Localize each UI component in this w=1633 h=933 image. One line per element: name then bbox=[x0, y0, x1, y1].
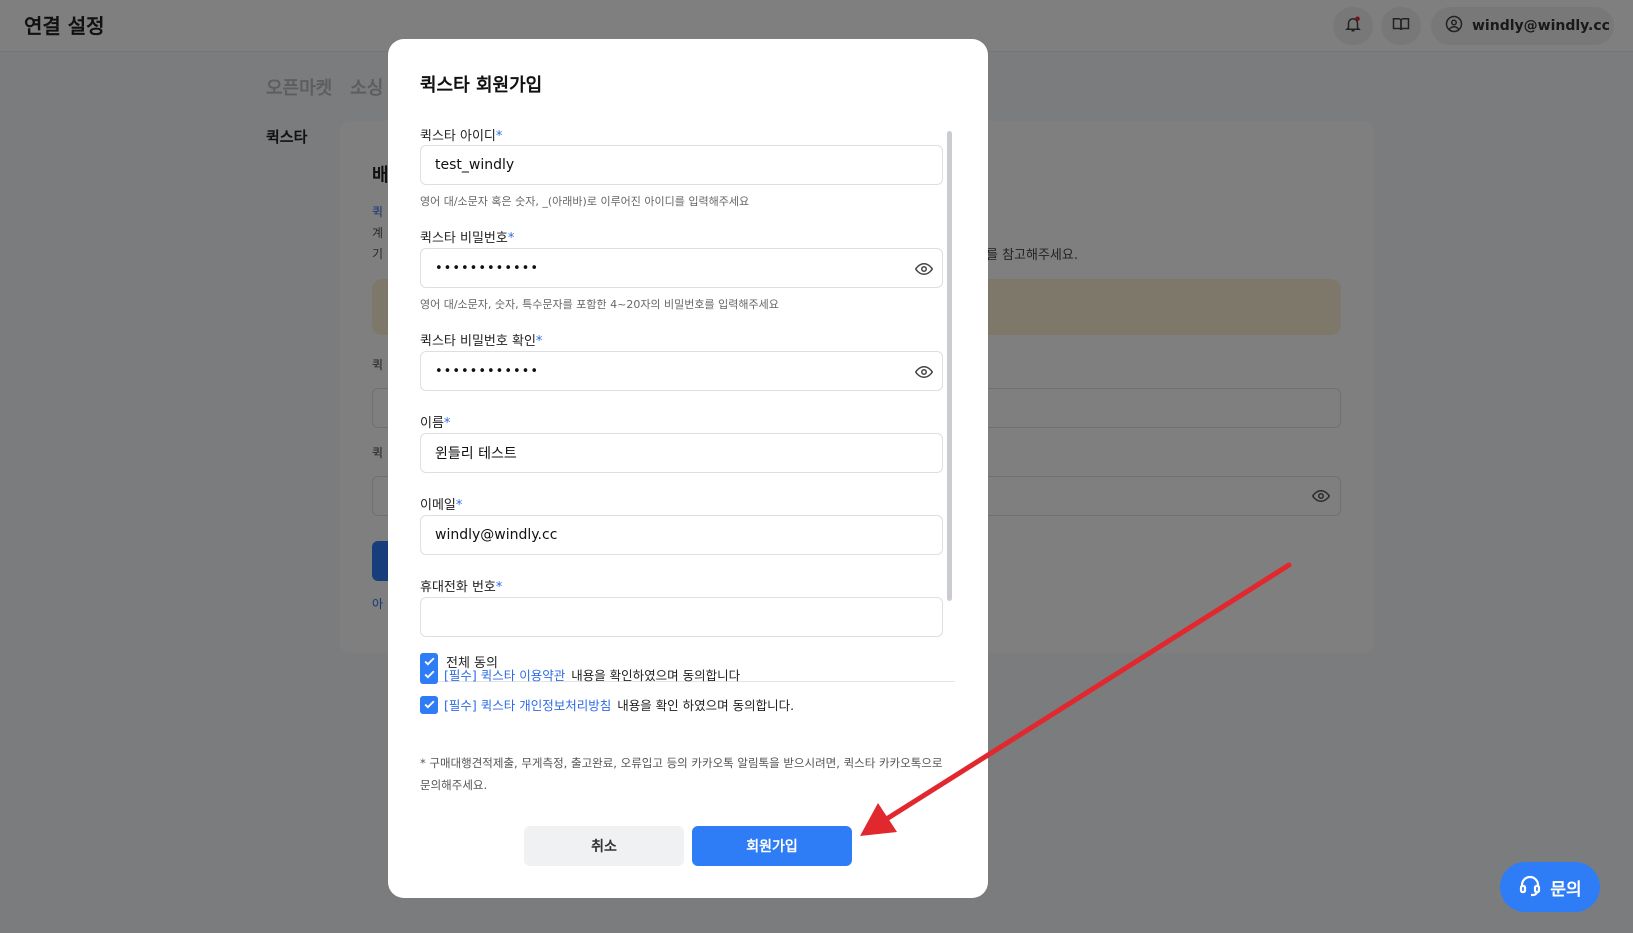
name-input[interactable]: 윈들리 테스트 bbox=[420, 433, 943, 473]
phone-label: 휴대전화 번호* bbox=[420, 580, 503, 595]
password-confirm-input[interactable]: •••••••••••• bbox=[420, 351, 943, 391]
terms-text: 내용을 확인하였으며 동의합니다 bbox=[571, 668, 741, 683]
terms-checkbox[interactable] bbox=[420, 665, 438, 684]
password-hint: 영어 대/소문자, 숫자, 특수문자를 포함한 4~20자의 비밀번호를 입력해… bbox=[420, 298, 779, 311]
agree-terms[interactable]: [필수] 퀵스타 이용약관 내용을 확인하였으며 동의합니다 bbox=[420, 665, 740, 684]
privacy-link[interactable]: [필수] 퀵스타 개인정보처리방침 bbox=[444, 695, 611, 714]
password-value: •••••••••••• bbox=[435, 260, 540, 276]
eye-icon[interactable] bbox=[914, 363, 934, 385]
password-confirm-value: •••••••••••• bbox=[435, 363, 540, 379]
signup-modal: 퀵스타 회원가입 퀵스타 아이디* test_windly 영어 대/소문자 혹… bbox=[388, 39, 988, 898]
name-label: 이름* bbox=[420, 416, 451, 431]
privacy-checkbox[interactable] bbox=[420, 695, 438, 714]
phone-input[interactable] bbox=[420, 597, 943, 637]
email-input[interactable]: windly@windly.cc bbox=[420, 515, 943, 555]
password-input[interactable]: •••••••••••• bbox=[420, 248, 943, 288]
cancel-button[interactable]: 취소 bbox=[524, 826, 684, 866]
password-confirm-label: 퀵스타 비밀번호 확인* bbox=[420, 334, 543, 349]
eye-icon[interactable] bbox=[914, 260, 934, 282]
form-scrollbar[interactable] bbox=[947, 131, 952, 601]
form-scroll-area[interactable]: 퀵스타 아이디* test_windly 영어 대/소문자 혹은 숫자, _(아… bbox=[420, 125, 955, 665]
id-input[interactable]: test_windly bbox=[420, 145, 943, 185]
signup-button[interactable]: 회원가입 bbox=[692, 826, 852, 866]
inquiry-label: 문의 bbox=[1550, 879, 1582, 900]
id-label: 퀵스타 아이디* bbox=[420, 129, 503, 144]
inquiry-button[interactable]: 문의 bbox=[1500, 862, 1600, 912]
kakao-footnote: * 구매대행견적제출, 무게측정, 출고완료, 오류입고 등의 카카오톡 알림톡… bbox=[420, 756, 943, 792]
password-label: 퀵스타 비밀번호* bbox=[420, 231, 515, 246]
terms-link[interactable]: [필수] 퀵스타 이용약관 bbox=[444, 665, 565, 684]
agree-privacy[interactable]: [필수] 퀵스타 개인정보처리방침 내용을 확인 하였으며 동의합니다. bbox=[420, 695, 794, 714]
id-hint: 영어 대/소문자 혹은 숫자, _(아래바)로 이루어진 아이디를 입력해주세요 bbox=[420, 195, 750, 208]
headset-icon bbox=[1518, 873, 1542, 902]
modal-title: 퀵스타 회원가입 bbox=[420, 75, 543, 96]
email-label: 이메일* bbox=[420, 498, 463, 513]
privacy-text: 내용을 확인 하였으며 동의합니다. bbox=[617, 698, 795, 713]
